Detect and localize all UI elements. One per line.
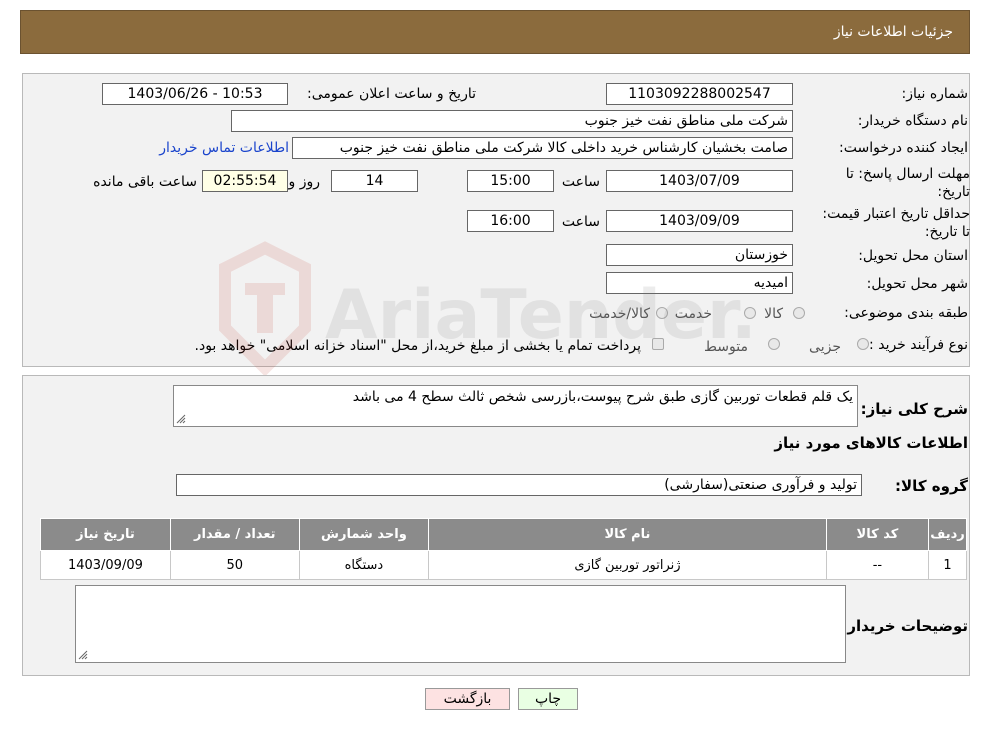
category-option-goods: کالا [764, 306, 783, 322]
category-option-service: خدمت [674, 306, 712, 322]
deadline-time-label: ساعت [561, 174, 600, 190]
table-row: 1 -- ژنراتور توربین گازی دستگاه 50 1403/… [40, 550, 967, 580]
col-row-number: ردیف [928, 518, 967, 551]
city-label: شهر محل تحویل: [866, 276, 968, 292]
items-table: ردیف کد کالا نام کالا واحد شمارش تعداد /… [40, 518, 967, 580]
days-field: 14 [331, 170, 418, 192]
province-field: خوزستان [606, 244, 793, 266]
col-need-date: تاریخ نیاز [40, 518, 171, 551]
group-field: تولید و فرآوری صنعتی(سفارشی) [176, 474, 862, 496]
process-option-medium: متوسط [704, 339, 748, 355]
contact-buyer-link[interactable]: اطلاعات تماس خریدار [159, 140, 289, 156]
group-label: گروه کالا: [895, 477, 968, 495]
process-radio-medium[interactable] [768, 338, 780, 350]
creator-field: صامت بخشیان کارشناس خرید داخلی کالا شرکت… [292, 137, 793, 159]
col-quantity: تعداد / مقدار [169, 518, 300, 551]
resize-handle-icon[interactable] [78, 650, 88, 660]
category-label: طبقه بندی موضوعی: [844, 305, 968, 321]
col-unit: واحد شمارش [298, 518, 430, 551]
process-note: پرداخت تمام یا بخشی از مبلغ خرید،از محل … [194, 338, 641, 354]
buyer-notes-textarea[interactable] [75, 585, 846, 663]
cell-item-name: ژنراتور توربین گازی [428, 550, 827, 580]
process-label: نوع فرآیند خرید : [869, 337, 968, 353]
remaining-label: ساعت باقی مانده [93, 174, 197, 190]
city-field: امیدیه [606, 272, 793, 294]
description-textarea[interactable]: یک قلم قطعات توربین گازی طبق شرح پیوست،ب… [173, 385, 858, 427]
process-option-minor: جزیی [809, 339, 841, 355]
buyer-field: شرکت ملی مناطق نفت خیز جنوب [231, 110, 793, 132]
cell-unit: دستگاه [298, 550, 430, 580]
category-radio-goods-service[interactable] [656, 307, 668, 319]
category-radio-goods[interactable] [793, 307, 805, 319]
description-label: شرح کلی نیاز: [860, 400, 968, 418]
category-radio-service[interactable] [744, 307, 756, 319]
page-title: جزئیات اطلاعات نیاز [833, 24, 953, 40]
items-section-title: اطلاعات کالاهای مورد نیاز [774, 434, 968, 452]
print-button[interactable]: چاپ [518, 688, 578, 710]
back-button[interactable]: بازگشت [425, 688, 510, 710]
resize-handle-icon[interactable] [176, 414, 186, 424]
buyer-notes-label: توضیحات خریدار: [841, 617, 968, 635]
deadline-date-field: 1403/07/09 [606, 170, 793, 192]
announce-field: 1403/06/26 - 10:53 [102, 83, 288, 105]
validity-label: حداقل تاریخ اعتبار قیمت: تا تاریخ: [822, 206, 970, 240]
cell-item-code: -- [825, 550, 930, 580]
description-text: یک قلم قطعات توربین گازی طبق شرح پیوست،ب… [352, 389, 853, 405]
col-item-name: نام کالا [428, 518, 827, 551]
validity-time-label: ساعت [561, 214, 600, 230]
process-radio-minor[interactable] [857, 338, 869, 350]
validity-date-field: 1403/09/09 [606, 210, 793, 232]
need-number-field: 1103092288002547 [606, 83, 793, 105]
deadline-label: مهلت ارسال پاسخ: تا تاریخ: [845, 166, 970, 200]
cell-quantity: 50 [169, 550, 300, 580]
deadline-time-field: 15:00 [467, 170, 554, 192]
remaining-time-field: 02:55:54 [202, 170, 288, 192]
treasury-checkbox[interactable] [652, 338, 664, 350]
cell-row-number: 1 [928, 550, 967, 580]
province-label: استان محل تحویل: [858, 248, 968, 264]
validity-time-field: 16:00 [467, 210, 554, 232]
need-number-label: شماره نیاز: [901, 86, 969, 102]
page-header: جزئیات اطلاعات نیاز [20, 10, 970, 54]
category-option-goods-service: کالا/خدمت [589, 306, 650, 322]
col-item-code: کد کالا [825, 518, 930, 551]
creator-label: ایجاد کننده درخواست: [839, 140, 968, 156]
buyer-label: نام دستگاه خریدار: [857, 113, 968, 129]
announce-label: تاریخ و ساعت اعلان عمومی: [307, 86, 476, 102]
cell-need-date: 1403/09/09 [40, 550, 171, 580]
table-header-row: ردیف کد کالا نام کالا واحد شمارش تعداد /… [40, 518, 967, 551]
days-label: روز و [288, 174, 321, 190]
